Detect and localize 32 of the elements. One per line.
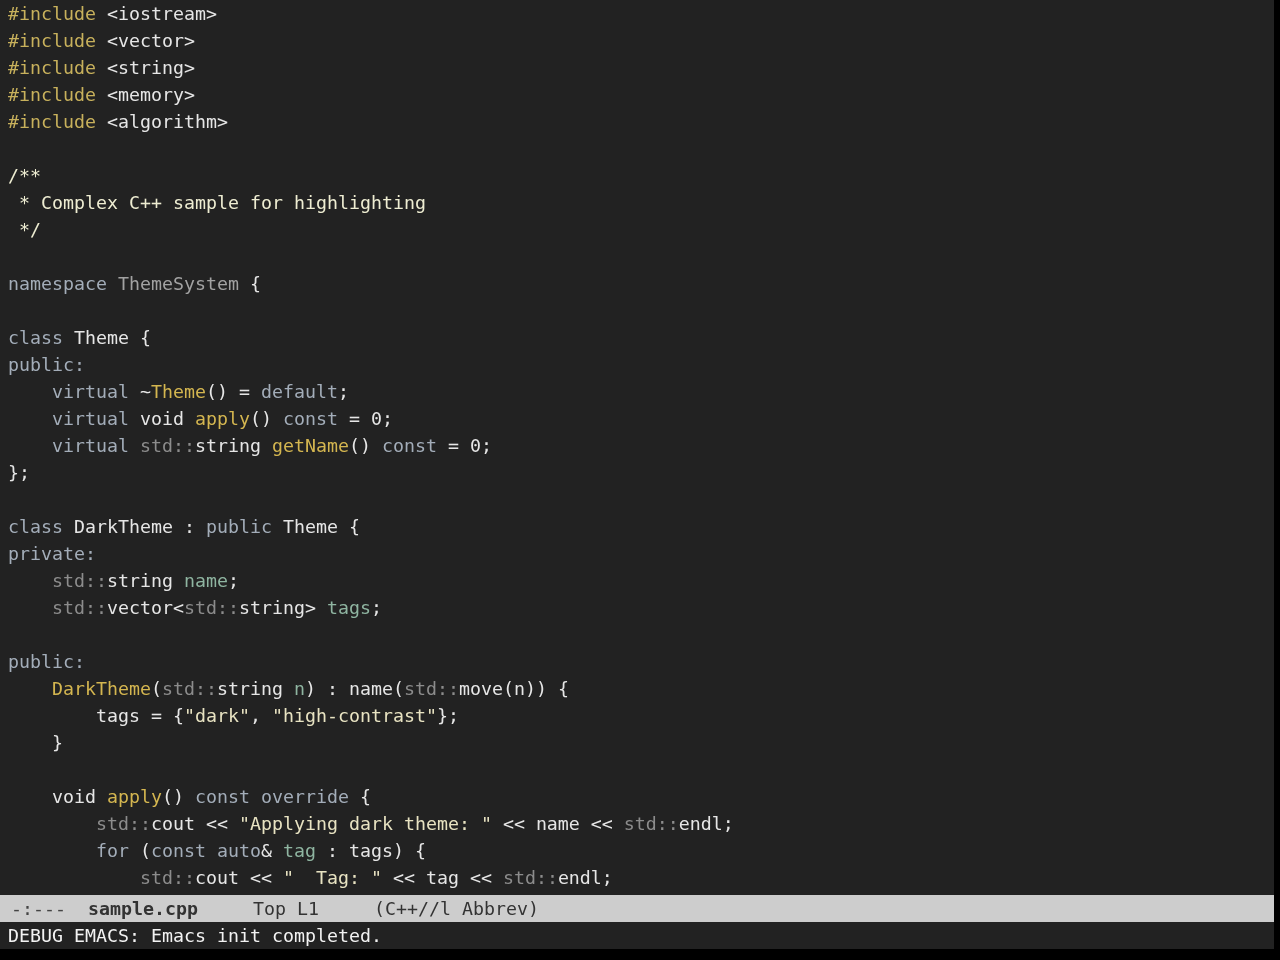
code-line: #include <algorithm> <box>8 110 228 134</box>
echo-message: DEBUG EMACS: Emacs init completed. <box>8 923 382 948</box>
code-line: void apply() const override { <box>52 785 371 809</box>
code-line: std::cout << "Applying dark theme: " << name << std::endl; <box>96 812 734 836</box>
code-line: virtual void apply() const = 0; <box>52 407 393 431</box>
code-line: public: <box>8 353 85 377</box>
buffer-name: sample.cpp <box>88 896 198 921</box>
code-line: */ <box>19 218 41 242</box>
code-line: std::string name; <box>52 569 239 593</box>
major-mode: (C++//l Abbrev) <box>373 896 539 921</box>
code-line: std::vector<std::string> tags; <box>52 596 382 620</box>
code-line: #include <vector> <box>8 29 195 53</box>
code-line: } <box>52 731 63 755</box>
code-line: #include <iostream> <box>8 2 217 26</box>
code-line: class DarkTheme : public Theme { <box>8 515 360 539</box>
code-line: tags = {"dark", "high-contrast"}; <box>96 704 459 728</box>
code-line: virtual ~Theme() = default; <box>52 380 349 404</box>
code-line: DarkTheme(std::string n) : name(std::move(n)) { <box>52 677 569 701</box>
code-line: #include <string> <box>8 56 195 80</box>
cursor-position: Top L1 <box>252 896 319 921</box>
code-line: for (const auto& tag : tags) { <box>96 839 426 863</box>
code-line: /** <box>8 164 41 188</box>
code-line: public: <box>8 650 85 674</box>
modified-status: -:--- <box>11 896 66 921</box>
code-line: * Complex C++ sample for highlighting <box>19 191 426 215</box>
code-line: namespace ThemeSystem { <box>8 272 261 296</box>
code-line: private: <box>8 542 96 566</box>
code-line: #include <memory> <box>8 83 195 107</box>
code-line: class Theme { <box>8 326 151 350</box>
code-line: }; <box>8 461 30 485</box>
code-line: std::cout << " Tag: " << tag << std::endl; <box>139 866 613 890</box>
code-line: virtual std::string getName() const = 0; <box>52 434 492 458</box>
